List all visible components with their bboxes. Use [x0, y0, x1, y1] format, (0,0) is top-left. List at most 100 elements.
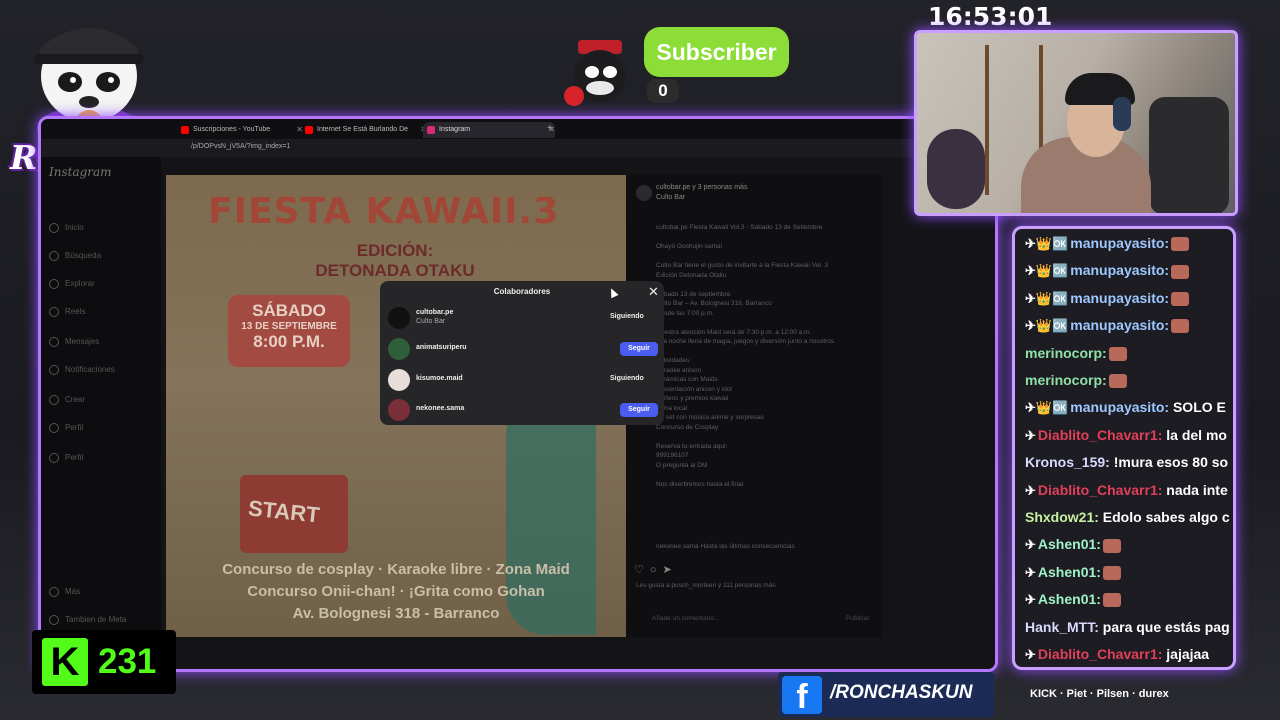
following-button[interactable]: Siguiendo [610, 375, 644, 382]
chat-username[interactable]: Diablito_Chavarr1: [1038, 482, 1162, 498]
clock: 16:53:01 [928, 2, 1053, 31]
chat-message: Hank_MTT: para que estás pag [1025, 617, 1230, 637]
home-icon [49, 223, 59, 233]
tab-youtube-subscriptions[interactable]: Suscripciones - YouTube ✕ [177, 122, 303, 138]
avatar[interactable] [636, 185, 652, 201]
chat-emote-icon [1171, 292, 1190, 307]
chat-message: ✈ Ashen01: [1025, 589, 1121, 609]
avatar[interactable] [388, 307, 410, 329]
chat-badge-icon: ✈👑🆗 [1025, 318, 1069, 334]
publish-button[interactable]: Publicar [846, 615, 869, 622]
webcam-plush [927, 129, 985, 209]
nav-label: Crear [65, 395, 86, 405]
nav-label: Inicio [65, 223, 84, 233]
avatar[interactable] [388, 338, 410, 360]
nav-more[interactable]: Más [49, 587, 80, 597]
chat-message: Kronos_159: !mura esos 80 so [1025, 452, 1228, 472]
chat-username[interactable]: manupayasito: [1070, 399, 1169, 415]
chat-message: ✈👑🆗 manupayasito: SOLO E [1025, 397, 1226, 417]
collaborator-row[interactable]: kisumoe.maid Siguiendo [380, 365, 664, 395]
chat-emote-icon [1102, 593, 1121, 608]
nav-messages[interactable]: Mensajes [49, 337, 99, 347]
headphones-icon [1113, 97, 1131, 131]
nav-label: Tambien de Meta [65, 615, 127, 625]
chat-username[interactable]: Ashen01: [1038, 536, 1101, 552]
close-icon[interactable]: ✕ [648, 284, 659, 300]
avatar[interactable] [388, 369, 410, 391]
nav-home[interactable]: Inicio [49, 223, 84, 233]
collaborator-name[interactable]: kisumoe.maid [416, 375, 463, 382]
chat-username[interactable]: Hank_MTT: [1025, 619, 1099, 635]
chat-username[interactable]: Kronos_159: [1025, 454, 1110, 470]
tab-instagram[interactable]: Instagram ✕ [423, 122, 555, 138]
nav-label: Búsqueda [65, 251, 102, 261]
nav-profile[interactable]: Perfil [49, 423, 83, 433]
nav-label: Mensajes [65, 337, 100, 347]
new-tab-icon[interactable]: + [547, 123, 553, 134]
chat-username[interactable]: merinocorp: [1025, 345, 1107, 361]
chat-username[interactable]: manupayasito: [1070, 262, 1169, 278]
chat-username[interactable]: Diablito_Chavarr1: [1038, 427, 1162, 443]
instagram-logo: Instagram [49, 165, 112, 179]
nav-meta[interactable]: Tambien de Meta [49, 615, 126, 625]
viewer-count: 231 [98, 642, 157, 681]
chat-username[interactable]: Ashen01: [1038, 564, 1101, 580]
chat-username[interactable]: Shxdow21: [1025, 509, 1099, 525]
facebook-icon: f [782, 676, 822, 716]
chat-text: la del mo [1166, 426, 1227, 443]
comment-icon[interactable]: ○ [650, 564, 663, 576]
chat-message: ✈👑🆗 manupayasito: [1025, 260, 1190, 280]
share-icon[interactable]: ➤ [663, 564, 678, 576]
subscriber-label: Subscriber [644, 27, 789, 77]
poster-line: Concurso de cosplay · Karaoke libre · Zo… [222, 561, 570, 578]
chat-username[interactable]: manupayasito: [1070, 290, 1169, 306]
post-author[interactable]: cultobar.pe y 3 personas más [656, 183, 747, 193]
collaborator-name[interactable]: animatsuriperu [416, 344, 467, 351]
chat-text: jajajaa [1166, 646, 1210, 662]
nav-reels[interactable]: Reels [49, 307, 85, 317]
nav-notifications[interactable]: Notificaciones [49, 365, 115, 375]
nav-create[interactable]: Crear [49, 395, 85, 405]
collaborator-name[interactable]: cultobar.pe [416, 309, 453, 316]
poster-edition: EDICIÓN: DETONADA OTAKU [315, 241, 475, 280]
chat-message: ✈👑🆗 manupayasito: [1025, 315, 1190, 335]
chat-badge-icon: ✈👑🆗 [1025, 263, 1069, 279]
nav-label: Explorar [65, 279, 95, 289]
kick-logo-icon: K [42, 638, 88, 686]
collaborator-name[interactable]: nekonee.sama [416, 405, 464, 412]
address-bar[interactable]: /p/DOPvsN_jV5A/?img_index=1 [41, 139, 995, 157]
comment-input[interactable]: Añade un comentario... [652, 615, 719, 622]
reels-icon [49, 307, 59, 317]
nav-search[interactable]: Búsqueda [49, 251, 101, 261]
chat-username[interactable]: Ashen01: [1038, 591, 1101, 607]
chat-username[interactable]: manupayasito: [1070, 317, 1169, 333]
following-button[interactable]: Siguiendo [610, 313, 644, 320]
collaborator-row[interactable]: animatsuriperu Seguir [380, 334, 664, 364]
webcam-feed [914, 30, 1238, 216]
collaborator-row[interactable]: cultobar.pe Culto Bar Siguiendo [380, 303, 664, 333]
chat-username[interactable]: merinocorp: [1025, 372, 1107, 388]
follow-button[interactable]: Seguir [620, 403, 658, 417]
threads-icon [49, 453, 59, 463]
collaborator-row[interactable]: nekonee.sama Seguir [380, 395, 664, 425]
nav-explore[interactable]: Explorar [49, 279, 95, 289]
menu-icon [49, 587, 59, 597]
facebook-handle: f /RONCHASKUN [778, 672, 994, 717]
url-text: /p/DOPvsN_jV5A/?img_index=1 [191, 143, 291, 150]
chat-username[interactable]: manupayasito: [1070, 235, 1169, 251]
avatar[interactable] [388, 399, 410, 421]
chat-username[interactable]: Diablito_Chavarr1: [1038, 646, 1162, 662]
tab-youtube-video[interactable]: Internet Se Está Burlando De ✕ [301, 122, 427, 138]
nav-label: Notificaciones [65, 365, 115, 375]
post-actions: ♡○➤ [634, 563, 678, 576]
follow-button[interactable]: Seguir [620, 342, 658, 356]
chat-message: ✈👑🆗 manupayasito: [1025, 233, 1190, 253]
nav-threads[interactable]: Perfil [49, 453, 83, 463]
chat-badge-icon: ✈ [1025, 647, 1036, 662]
poster-title: FIESTA KAWAII.3 [208, 191, 560, 232]
post-header: cultobar.pe y 3 personas más Culto Bar [656, 183, 747, 203]
chat-emote-icon [1171, 237, 1190, 252]
heart-icon[interactable]: ♡ [634, 564, 650, 576]
sponsor-logos: KICK · Piet · Pilsen · durex [1030, 688, 1169, 700]
subscriber-mascot-icon [560, 36, 642, 112]
